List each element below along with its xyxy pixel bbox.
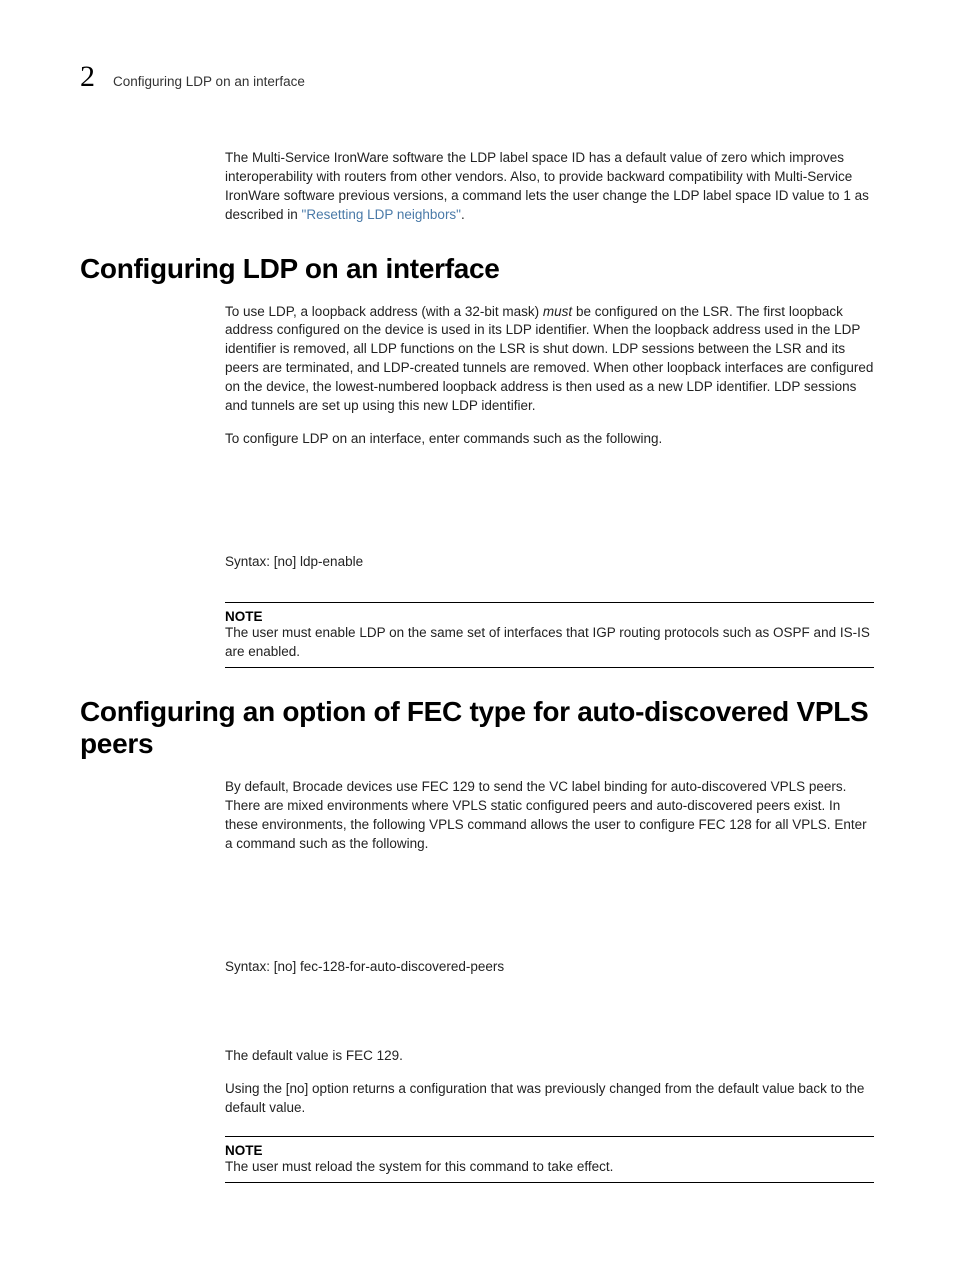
section-heading-fec-type: Configuring an option of FEC type for au… [80,696,874,760]
section2-paragraph-3: Using the [no] option returns a configur… [225,1080,874,1118]
section2-body: By default, Brocade devices use FEC 129 … [225,778,874,1183]
running-header: 2 Configuring LDP on an interface [80,60,874,94]
section2-paragraph-1: By default, Brocade devices use FEC 129 … [225,778,874,854]
note-label: NOTE [225,609,874,624]
note-box-2: NOTE The user must reload the system for… [225,1136,874,1184]
intro-text-after: . [461,207,465,222]
intro-block: The Multi-Service IronWare software the … [225,149,874,225]
spacer [225,463,874,523]
section-heading-configuring-ldp: Configuring LDP on an interface [80,253,874,285]
note-text: The user must reload the system for this… [225,1158,874,1177]
running-title: Configuring LDP on an interface [113,74,305,89]
s1p1-must: must [543,304,572,319]
s1p1-text-b: be configured on the LSR. The first loop… [225,304,873,413]
document-page: 2 Configuring LDP on an interface The Mu… [0,0,954,1261]
chapter-number: 2 [80,60,95,94]
resetting-ldp-neighbors-link[interactable]: "Resetting LDP neighbors" [302,207,461,222]
note-label: NOTE [225,1143,874,1158]
section1-paragraph-1: To use LDP, a loopback address (with a 3… [225,303,874,416]
intro-paragraph: The Multi-Service IronWare software the … [225,149,874,225]
section1-paragraph-2: To configure LDP on an interface, enter … [225,430,874,449]
syntax-fec-128: Syntax: [no] fec-128-for-auto-discovered… [225,958,874,977]
spacer [225,868,874,928]
section2-paragraph-2: The default value is FEC 129. [225,1047,874,1066]
s1p1-text-a: To use LDP, a loopback address (with a 3… [225,304,543,319]
section1-body: To use LDP, a loopback address (with a 3… [225,303,874,669]
note-box-1: NOTE The user must enable LDP on the sam… [225,602,874,669]
syntax-ldp-enable: Syntax: [no] ldp-enable [225,553,874,572]
spacer [225,1007,874,1047]
note-text: The user must enable LDP on the same set… [225,624,874,662]
